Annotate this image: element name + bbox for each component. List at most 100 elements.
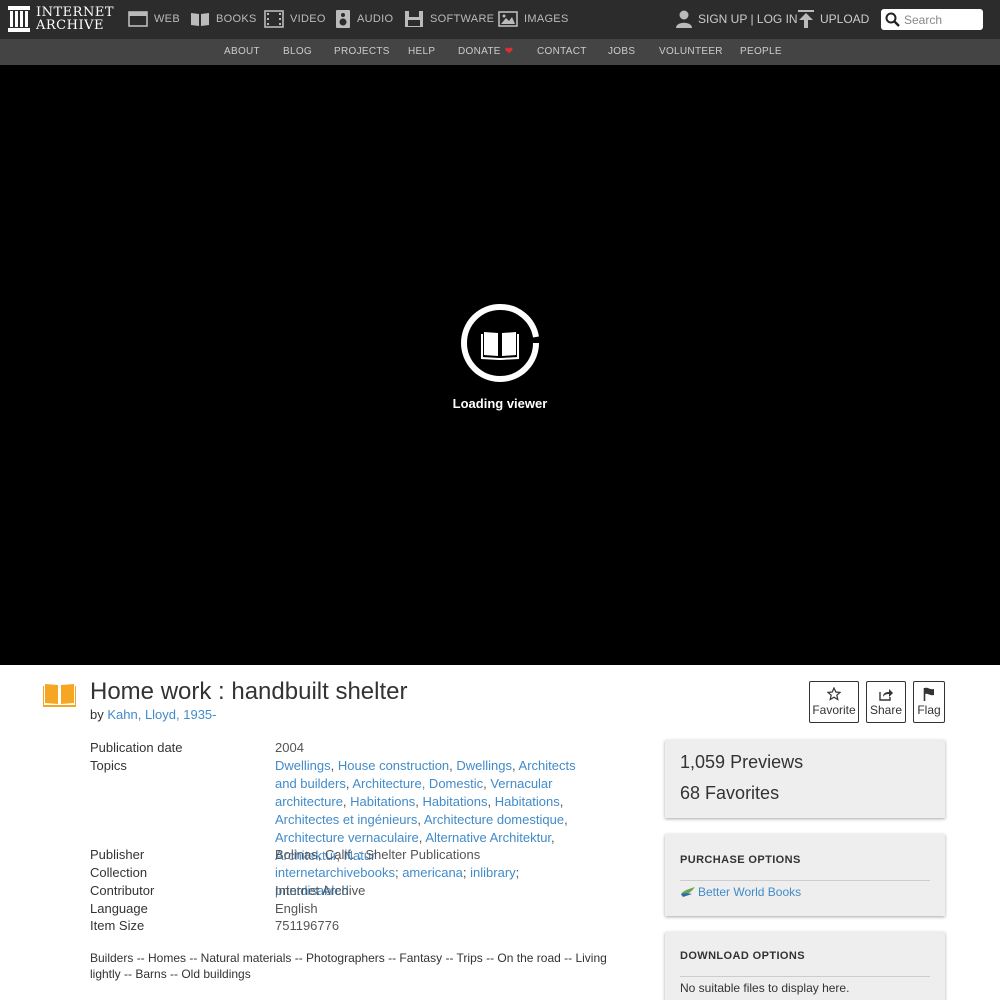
favorite-button[interactable]: Favorite (809, 681, 859, 723)
topic-link[interactable]: Architectes et ingénieurs (275, 812, 417, 827)
book-viewer[interactable]: Loading viewer (0, 65, 1000, 665)
flag-button[interactable]: Flag (913, 681, 945, 723)
star-icon (827, 687, 841, 701)
images-icon (498, 11, 518, 27)
collection-link[interactable]: internetarchivebooks (275, 865, 395, 880)
logo-line-2: ARCHIVE (36, 18, 104, 33)
subnav-donate-label: DONATE (458, 46, 501, 57)
publication-date-link[interactable]: 2004 (275, 739, 595, 757)
topic-link[interactable]: Dwellings (456, 758, 512, 773)
share-icon (879, 688, 893, 701)
favorites-stat: 68 Favorites (680, 783, 779, 804)
topic-link[interactable]: Dwellings (275, 758, 331, 773)
meta-key: Publication date (90, 740, 183, 755)
upload-label: UPLOAD (820, 12, 870, 26)
divider (680, 976, 930, 977)
subnav-volunteer[interactable]: VOLUNTEER (659, 46, 723, 57)
upload-icon (798, 10, 814, 28)
sign-up-log-in-link[interactable]: SIGN UP | LOG IN (676, 9, 798, 29)
nav-audio-label: AUDIO (357, 13, 394, 25)
subnav-jobs[interactable]: JOBS (608, 46, 635, 57)
search-input[interactable] (904, 12, 980, 27)
download-options-panel: DOWNLOAD OPTIONS No suitable files to di… (665, 932, 945, 1000)
share-label: Share (869, 702, 903, 717)
previews-stat: 1,059 Previews (680, 752, 803, 773)
meta-key: Topics (90, 758, 127, 773)
upload-link[interactable]: UPLOAD (798, 9, 869, 29)
topic-link[interactable]: Habitations (422, 794, 487, 809)
favorites-count: 68 (680, 783, 701, 803)
video-icon (264, 10, 284, 28)
purchase-options-heading: PURCHASE OPTIONS (680, 854, 801, 866)
topic-link[interactable]: House construction (338, 758, 449, 773)
topic-link[interactable]: Architecture domestique (424, 812, 564, 827)
item-description: Builders -- Homes -- Natural materials -… (90, 951, 607, 981)
purchase-options-panel: PURCHASE OPTIONS Better World Books (665, 834, 945, 916)
nav-web[interactable]: WEB (128, 9, 180, 29)
nav-web-label: WEB (154, 13, 180, 25)
web-icon (128, 11, 148, 27)
stats-panel: 1,059 Previews 68 Favorites (665, 740, 945, 818)
nav-software[interactable]: SOFTWARE (404, 9, 494, 29)
meta-key: Language (90, 901, 148, 916)
flag-icon (923, 687, 934, 701)
sub-nav: ABOUT BLOG PROJECTS HELP DONATE ❤ CONTACT… (0, 39, 1000, 65)
topic-link[interactable]: Alternative Architektur (425, 830, 551, 845)
topic-link[interactable]: Habitations (495, 794, 560, 809)
language-link[interactable]: English (275, 900, 595, 918)
previews-label: Previews (730, 752, 804, 772)
meta-key: Collection (90, 865, 148, 880)
contributor-link[interactable]: Internet Archive (275, 882, 595, 900)
better-world-books-logo-icon (681, 887, 695, 897)
collection-link[interactable]: inlibrary (470, 865, 516, 880)
meta-key: Contributor (90, 883, 155, 898)
byline: by Kahn, Lloyd, 1935- (90, 707, 217, 722)
nav-books[interactable]: BOOKS (190, 9, 257, 29)
search-box[interactable] (881, 9, 983, 30)
subnav-blog[interactable]: BLOG (283, 46, 312, 57)
list-separator: , (564, 812, 568, 827)
previews-count: 1,059 (680, 752, 726, 772)
loading-viewer-text: Loading viewer (452, 396, 548, 411)
no-files-message: No suitable files to display here. (680, 981, 850, 995)
author-link[interactable]: Kahn, Lloyd, 1935- (107, 707, 216, 722)
list-separator: , (551, 830, 555, 845)
collection-link[interactable]: americana (402, 865, 463, 880)
internet-archive-logo[interactable]: INTERNET ARCHIVE (8, 6, 114, 32)
subnav-contact[interactable]: CONTACT (537, 46, 587, 57)
list-separator: , (487, 794, 495, 809)
better-world-books-label: Better World Books (698, 885, 802, 899)
user-icon (676, 10, 692, 28)
topic-link[interactable]: Architecture, Domestic (352, 776, 483, 791)
nav-books-label: BOOKS (216, 13, 257, 25)
meta-key: Publisher (90, 847, 145, 862)
loading-spinner-icon (461, 303, 539, 382)
meta-key: Item Size (90, 918, 145, 933)
topic-link[interactable]: Habitations (350, 794, 415, 809)
better-world-books-link[interactable]: Better World Books (680, 885, 801, 899)
list-separator: , (559, 794, 564, 809)
subnav-people[interactable]: PEOPLE (740, 46, 782, 57)
nav-video[interactable]: VIDEO (264, 9, 326, 29)
nav-images-label: IMAGES (524, 13, 569, 25)
publisher-value: Bolinas, Calif. : Shelter Publications (275, 847, 481, 862)
software-icon (405, 11, 423, 27)
item-size-value: 751196776 (275, 918, 340, 933)
sign-up-log-in-label: SIGN UP | LOG IN (698, 12, 798, 26)
topic-link[interactable]: Architecture vernaculaire (275, 830, 419, 845)
subnav-projects[interactable]: PROJECTS (334, 46, 390, 57)
subnav-donate[interactable]: DONATE ❤ (458, 46, 513, 57)
search-icon[interactable] (885, 12, 900, 27)
audio-icon (336, 10, 350, 28)
subnav-about[interactable]: ABOUT (224, 46, 260, 57)
book-icon (43, 684, 76, 707)
subnav-help[interactable]: HELP (408, 46, 435, 57)
by-prefix: by (90, 707, 104, 722)
nav-images[interactable]: IMAGES (498, 9, 569, 29)
nav-audio[interactable]: AUDIO (335, 9, 393, 29)
favorite-label: Favorite (812, 703, 856, 717)
list-separator: , (330, 758, 338, 773)
share-button[interactable]: Share (866, 681, 906, 723)
top-nav: INTERNET ARCHIVE WEB BOOKS VIDEO AUDIO S… (0, 0, 1000, 39)
archive-building-icon (8, 6, 30, 32)
